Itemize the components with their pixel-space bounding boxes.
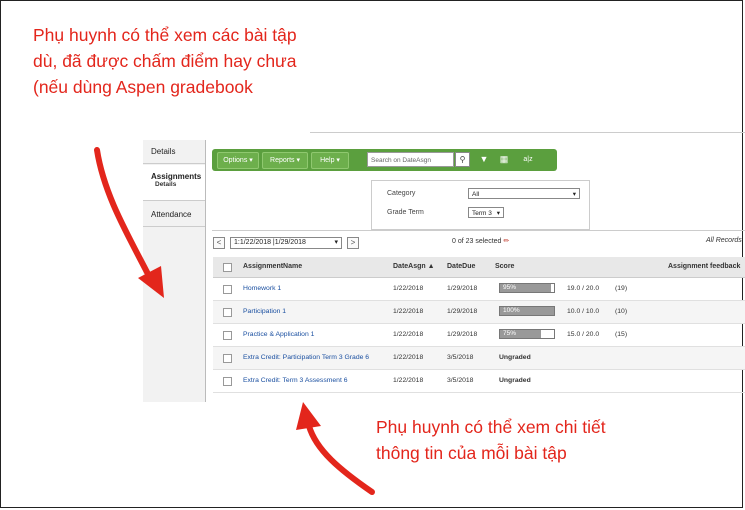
arrow-down-curve [94,147,153,281]
arrow-up-curve [306,423,375,495]
arrow-head-up [296,402,321,430]
arrow-head-down [138,266,164,298]
annotation-arrows [94,147,375,495]
